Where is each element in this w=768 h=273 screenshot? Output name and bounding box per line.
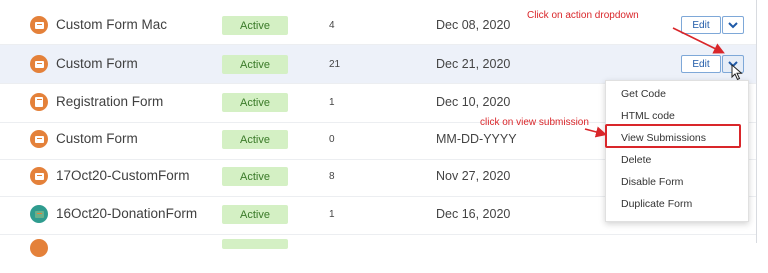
arrow-to-view-submissions <box>584 126 608 138</box>
mouse-cursor-icon <box>731 64 743 81</box>
annotation-arrows <box>584 27 725 138</box>
arrow-to-dropdown <box>672 27 725 54</box>
